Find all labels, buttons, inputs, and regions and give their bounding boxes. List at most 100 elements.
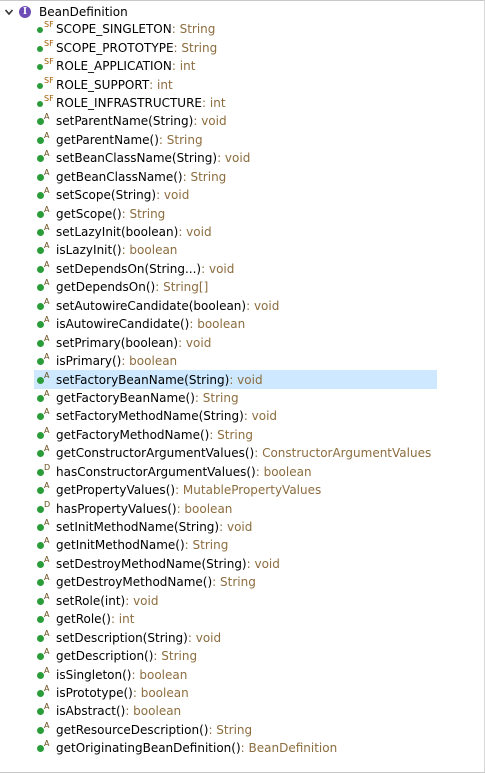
member-name: getBeanClassName() [56, 169, 183, 184]
tree-item-field[interactable]: SF SCOPE_SINGLETON : String [34, 20, 437, 38]
tree-item-method[interactable]: AgetBeanClassName() : String [34, 168, 437, 186]
modifier-overlay: A [44, 112, 50, 122]
public-method-icon: A [36, 702, 56, 718]
member-type: : boolean [121, 243, 178, 258]
member-type: : void [246, 556, 280, 571]
modifier-overlay: A [44, 444, 50, 454]
public-method-icon: A [36, 315, 56, 331]
member-type: : void [219, 520, 253, 535]
tree-item-method[interactable]: AgetDescription() : String [34, 647, 437, 665]
tree-item-method[interactable]: AsetInitMethodName(String) : void [34, 518, 437, 536]
tree-item-method[interactable]: AsetAutowireCandidate(boolean) : void [34, 297, 437, 315]
member-type: : boolean [131, 667, 188, 682]
modifier-overlay: A [44, 333, 50, 343]
member-type: : void [217, 151, 251, 166]
tree-item-method[interactable]: AsetRole(int) : void [34, 592, 437, 610]
member-type: : int [202, 95, 226, 110]
tree-item-method[interactable]: AsetScope(String) : void [34, 186, 437, 204]
tree-item-method[interactable]: AsetFactoryBeanName(String) : void [34, 370, 438, 389]
member-name: isSingleton() [56, 667, 132, 682]
public-method-icon: A [36, 536, 56, 552]
public-method-icon: D [36, 463, 56, 479]
tree-item-field[interactable]: SF ROLE_INFRASTRUCTURE : int [34, 94, 437, 112]
public-method-icon: A [36, 518, 56, 534]
member-name: setDescription(String) [56, 630, 188, 645]
tree-item-method[interactable]: AsetFactoryMethodName(String) : void [34, 407, 437, 425]
tree-root-beandefinition[interactable]: I BeanDefinition [4, 3, 128, 21]
public-method-icon: A [36, 426, 56, 442]
member-type: : String [121, 206, 166, 221]
member-type: : void [201, 261, 235, 276]
tree-item-method[interactable]: AgetParentName() : String [34, 131, 437, 149]
member-type: : boolean [176, 501, 233, 516]
modifier-overlay: A [44, 536, 50, 546]
tree-item-method[interactable]: DhasPropertyValues() : boolean [34, 499, 437, 517]
tree-item-method[interactable]: AgetOriginatingBeanDefinition() : BeanDe… [34, 739, 437, 757]
tree-item-method[interactable]: AsetPrimary(boolean) : void [34, 333, 437, 351]
tree-item-method[interactable]: AgetInitMethodName() : String [34, 536, 437, 554]
tree-item-method[interactable]: AisPrimary() : boolean [34, 352, 437, 370]
modifier-overlay: SF [44, 38, 54, 48]
tree-item-method[interactable]: AsetParentName(String) : void [34, 112, 437, 130]
member-name: getParentName() [56, 132, 159, 147]
tree-item-method[interactable]: AgetDestroyMethodName() : String [34, 573, 437, 591]
member-name: hasConstructorArgumentValues() [56, 464, 256, 479]
public-field-icon: SF [36, 57, 56, 73]
modifier-overlay: A [44, 167, 50, 177]
tree-item-method[interactable]: AgetDependsOn() : String[] [34, 278, 437, 296]
tree-item-method[interactable]: AgetConstructorArgumentValues() : Constr… [34, 444, 437, 462]
tree-item-method[interactable]: AsetDescription(String) : void [34, 628, 437, 646]
member-type: : boolean [121, 354, 178, 369]
public-method-icon: A [36, 684, 56, 700]
tree-item-method[interactable]: AsetDependsOn(String...) : void [34, 260, 437, 278]
member-type: : String[] [155, 280, 209, 295]
member-type: : String [171, 22, 216, 37]
member-type: : String [158, 132, 203, 147]
member-type: : void [156, 188, 190, 203]
modifier-overlay: SF [44, 93, 54, 103]
tree-item-field[interactable]: SF SCOPE_PROTOTYPE : String [34, 38, 437, 56]
modifier-overlay: A [44, 388, 50, 398]
member-name: ROLE_INFRASTRUCTURE [56, 95, 203, 110]
member-list: SF SCOPE_SINGLETON : String SF SCOPE_PROTOT… [34, 20, 438, 758]
tree-item-method[interactable]: DhasConstructorArgumentValues() : boolea… [34, 463, 437, 481]
member-type: : String [208, 722, 253, 737]
tree-item-field[interactable]: SF ROLE_APPLICATION : int [34, 57, 437, 75]
tree-item-method[interactable]: AisAbstract() : boolean [34, 702, 437, 720]
member-name: getRole() [56, 612, 111, 627]
tree-item-method[interactable]: AisSingleton() : boolean [34, 665, 437, 683]
tree-item-method[interactable]: AisPrototype() : boolean [34, 684, 437, 702]
member-type: : MutablePropertyValues [175, 483, 322, 498]
tree-item-method[interactable]: AisAutowireCandidate() : boolean [34, 315, 437, 333]
tree-item-method[interactable]: AgetFactoryMethodName() : String [34, 426, 437, 444]
modifier-overlay: A [44, 573, 50, 583]
tree-item-method[interactable]: AsetBeanClassName(String) : void [34, 149, 437, 167]
public-method-icon: A [36, 223, 56, 239]
tree-item-method[interactable]: AgetFactoryBeanName() : String [34, 389, 437, 407]
member-type: : void [193, 114, 227, 129]
tree-item-field[interactable]: SF ROLE_SUPPORT : int [34, 75, 437, 93]
tree-item-method[interactable]: AgetRole() : int [34, 610, 437, 628]
member-type: : BeanDefinition [240, 741, 338, 756]
member-name: setDestroyMethodName(String) [56, 556, 247, 571]
chevron-down-icon[interactable] [4, 7, 14, 17]
modifier-overlay: SF [44, 75, 54, 85]
tree-item-method[interactable]: AsetDestroyMethodName(String) : void [34, 555, 437, 573]
public-field-icon: SF [36, 75, 56, 92]
tree-item-method[interactable]: AgetPropertyValues() : MutablePropertyVa… [34, 481, 437, 499]
member-name: getPropertyValues() [56, 483, 176, 498]
modifier-overlay: A [44, 352, 50, 362]
public-method-icon: A [36, 167, 56, 184]
public-method-icon: A [36, 407, 56, 423]
tree-item-method[interactable]: AgetResourceDescription() : String [34, 721, 437, 739]
member-name: getResourceDescription() [56, 722, 209, 737]
member-type: : boolean [132, 685, 189, 700]
tree-item-method[interactable]: AsetLazyInit(boolean) : void [34, 223, 437, 241]
member-name: getDestroyMethodName() [56, 575, 213, 590]
modifier-overlay: A [44, 223, 50, 233]
public-method-icon: A [36, 388, 56, 405]
tree-item-method[interactable]: AgetScope() : String [34, 204, 437, 222]
member-name: isAutowireCandidate() [56, 317, 190, 332]
public-method-icon: A [36, 739, 56, 755]
tree-item-method[interactable]: AisLazyInit() : boolean [34, 241, 437, 259]
